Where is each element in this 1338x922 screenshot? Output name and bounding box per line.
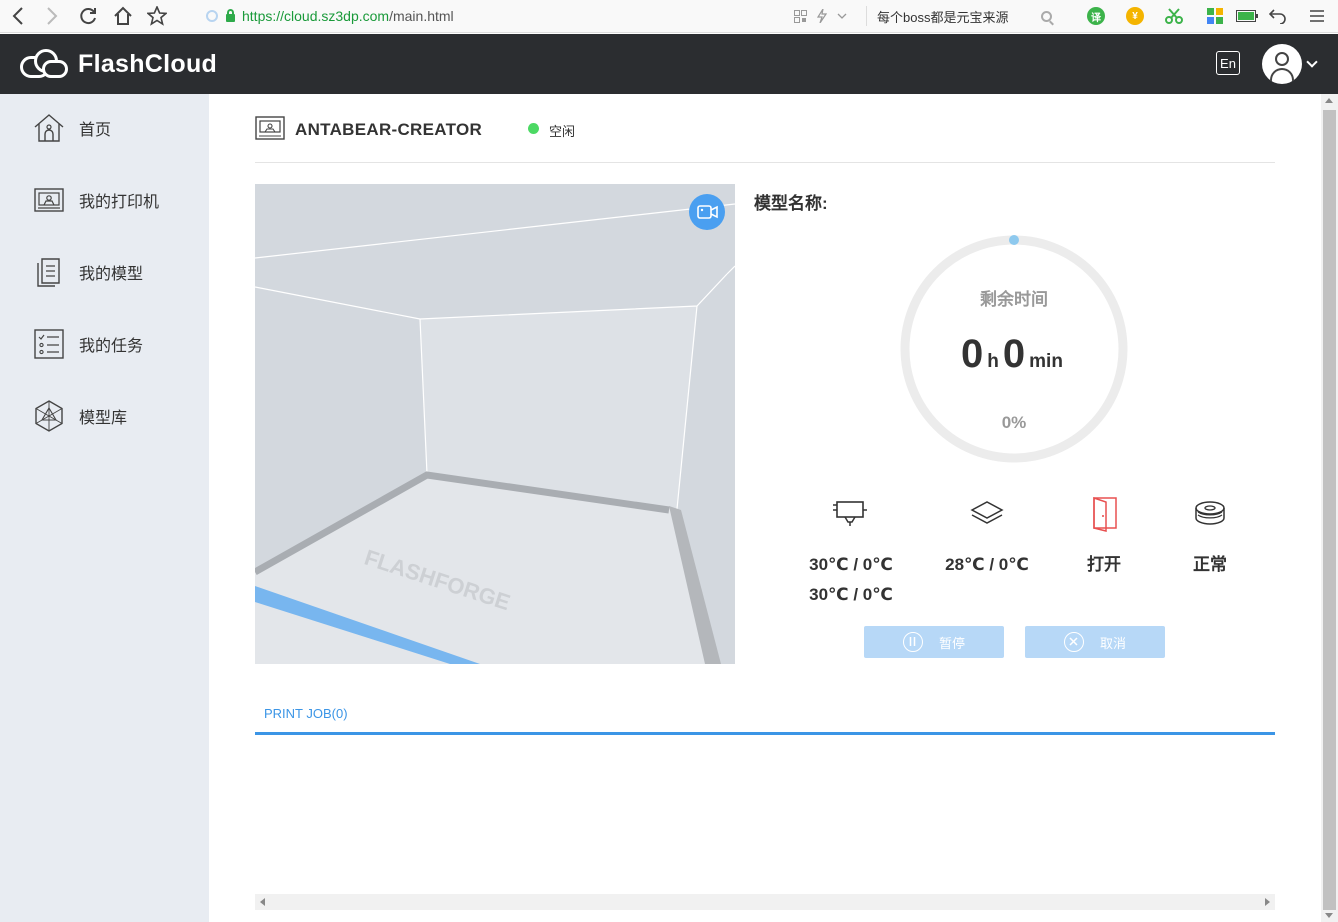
- nozzle-temp-2: 30℃ / 0℃: [809, 585, 893, 604]
- sidebar-item-my-tasks[interactable]: 我的任务: [0, 314, 209, 374]
- language-toggle-button[interactable]: En: [1216, 51, 1240, 75]
- printer-header: ANTABEAR-CREATOR 空闲: [255, 116, 1275, 163]
- reload-icon[interactable]: [77, 5, 99, 27]
- sidebar-item-label: 我的任务: [79, 338, 144, 355]
- video-camera-icon: [697, 205, 718, 219]
- scrollbar-thumb[interactable]: [1323, 110, 1336, 910]
- user-avatar[interactable]: [1262, 44, 1302, 84]
- scroll-left-icon[interactable]: [260, 898, 265, 906]
- qr-code-icon[interactable]: [792, 5, 808, 27]
- lightning-icon[interactable]: [815, 5, 829, 27]
- main-content: ANTABEAR-CREATOR 空闲 FLASHFORGE 模型名称: 剩余时…: [209, 94, 1321, 922]
- vertical-scrollbar[interactable]: [1321, 94, 1338, 922]
- sidebar-item-label: 首页: [79, 122, 112, 139]
- sidebar-item-label: 模型库: [79, 410, 128, 427]
- polyhedron-icon: [35, 400, 63, 432]
- printer-status: 空闲: [549, 124, 576, 139]
- home-icon: [34, 114, 64, 142]
- tab-print-job[interactable]: PRINT JOB(0): [264, 706, 348, 721]
- sidebar-item-my-printers[interactable]: 我的打印机: [0, 170, 209, 230]
- filament-spool-icon: [1195, 501, 1225, 525]
- url-domain: sz3dp.com: [321, 8, 390, 24]
- progress-ring-handle: [1009, 235, 1019, 245]
- battery-icon[interactable]: [1236, 5, 1258, 27]
- scroll-down-icon[interactable]: [1325, 913, 1333, 918]
- scroll-up-icon[interactable]: [1325, 98, 1333, 103]
- hours-value: 0: [961, 332, 984, 376]
- progress-percent: 0%: [1001, 413, 1027, 432]
- status-indicator-dot: [528, 123, 539, 134]
- cancel-button[interactable]: 取消: [1025, 626, 1165, 658]
- printer-chamber-render: FLASHFORGE: [255, 184, 735, 664]
- sidebar: 首页 我的打印机 我的模型 我的任务 模型库: [0, 94, 209, 922]
- bed-temp-stat: 28℃ / 0℃: [932, 496, 1042, 580]
- filament-stat: 正常: [1155, 496, 1265, 580]
- url-path: /main.html: [389, 8, 454, 24]
- nozzle-temp-1: 30℃ / 0℃: [809, 555, 893, 574]
- layers-icon: [970, 501, 1004, 524]
- site-info-icon[interactable]: [206, 10, 218, 22]
- close-icon: [1063, 632, 1084, 652]
- sidebar-item-model-library[interactable]: 模型库: [0, 386, 209, 446]
- minutes-unit: min: [1029, 351, 1063, 372]
- undo-icon[interactable]: [1268, 5, 1288, 27]
- coin-extension-icon[interactable]: ¥: [1126, 7, 1144, 25]
- horizontal-scrollbar[interactable]: [255, 894, 1275, 910]
- camera-view[interactable]: FLASHFORGE: [255, 184, 735, 664]
- forward-icon[interactable]: [42, 5, 62, 27]
- nozzle-icon: [833, 501, 867, 526]
- printer-icon: [255, 116, 285, 140]
- address-bar[interactable]: https://cloud. sz3dp.com/main.html: [206, 6, 454, 26]
- logo-text: FlashCloud: [78, 49, 218, 78]
- sidebar-item-home[interactable]: 首页: [0, 98, 209, 158]
- url-prefix: https://cloud.: [242, 8, 322, 24]
- pause-icon: [902, 632, 923, 652]
- bed-temp: 28℃ / 0℃: [945, 555, 1029, 574]
- door-stat: 打开: [1049, 496, 1159, 580]
- menu-icon[interactable]: [1308, 5, 1326, 27]
- apps-grid-icon[interactable]: [1206, 5, 1224, 27]
- cloud-logo-icon: [20, 48, 70, 80]
- cancel-label: 取消: [1099, 635, 1126, 651]
- door-open-icon: [1093, 496, 1117, 532]
- sidebar-item-label: 我的模型: [79, 266, 144, 283]
- lock-icon: [226, 9, 235, 22]
- user-menu-chevron-icon[interactable]: [1306, 56, 1318, 68]
- scissors-icon[interactable]: [1164, 5, 1184, 27]
- sidebar-item-label: 我的打印机: [79, 194, 160, 211]
- filament-status: 正常: [1193, 555, 1227, 574]
- browser-search-text: 每个boss都是元宝来源: [877, 9, 1009, 25]
- minutes-value: 0: [1002, 332, 1026, 376]
- pause-label: 暂停: [938, 635, 965, 651]
- nozzle-temp-stat: 30℃ / 0℃ 30℃ / 0℃: [796, 496, 906, 610]
- sidebar-item-my-models[interactable]: 我的模型: [0, 242, 209, 302]
- pause-button[interactable]: 暂停: [864, 626, 1004, 658]
- bookmark-star-icon[interactable]: [146, 5, 168, 27]
- app-header: FlashCloud En: [0, 34, 1338, 94]
- job-tabs: PRINT JOB(0): [255, 698, 1275, 735]
- browser-toolbar: https://cloud. sz3dp.com/main.html 每个boss…: [0, 0, 1338, 33]
- model-name-label: 模型名称:: [754, 194, 828, 213]
- remaining-time-label: 剩余时间: [980, 290, 1048, 309]
- remaining-time-value: 0 h 0 min: [899, 332, 1129, 377]
- camera-toggle-button[interactable]: [689, 194, 725, 230]
- chevron-down-icon[interactable]: [836, 5, 848, 27]
- door-status: 打开: [1087, 555, 1121, 574]
- translate-extension-icon[interactable]: 译: [1087, 7, 1105, 25]
- search-icon[interactable]: [1041, 10, 1052, 22]
- flashcloud-logo[interactable]: FlashCloud: [20, 48, 217, 80]
- scroll-right-icon[interactable]: [1265, 898, 1270, 906]
- browser-search-field[interactable]: 每个boss都是元宝来源: [866, 6, 1062, 26]
- tasklist-icon: [34, 329, 64, 359]
- back-icon[interactable]: [8, 5, 28, 27]
- printer-icon: [34, 188, 64, 212]
- home-page-icon[interactable]: [112, 5, 134, 27]
- printer-name: ANTABEAR-CREATOR: [295, 120, 483, 139]
- hours-unit: h: [987, 351, 999, 372]
- document-icon: [37, 258, 60, 287]
